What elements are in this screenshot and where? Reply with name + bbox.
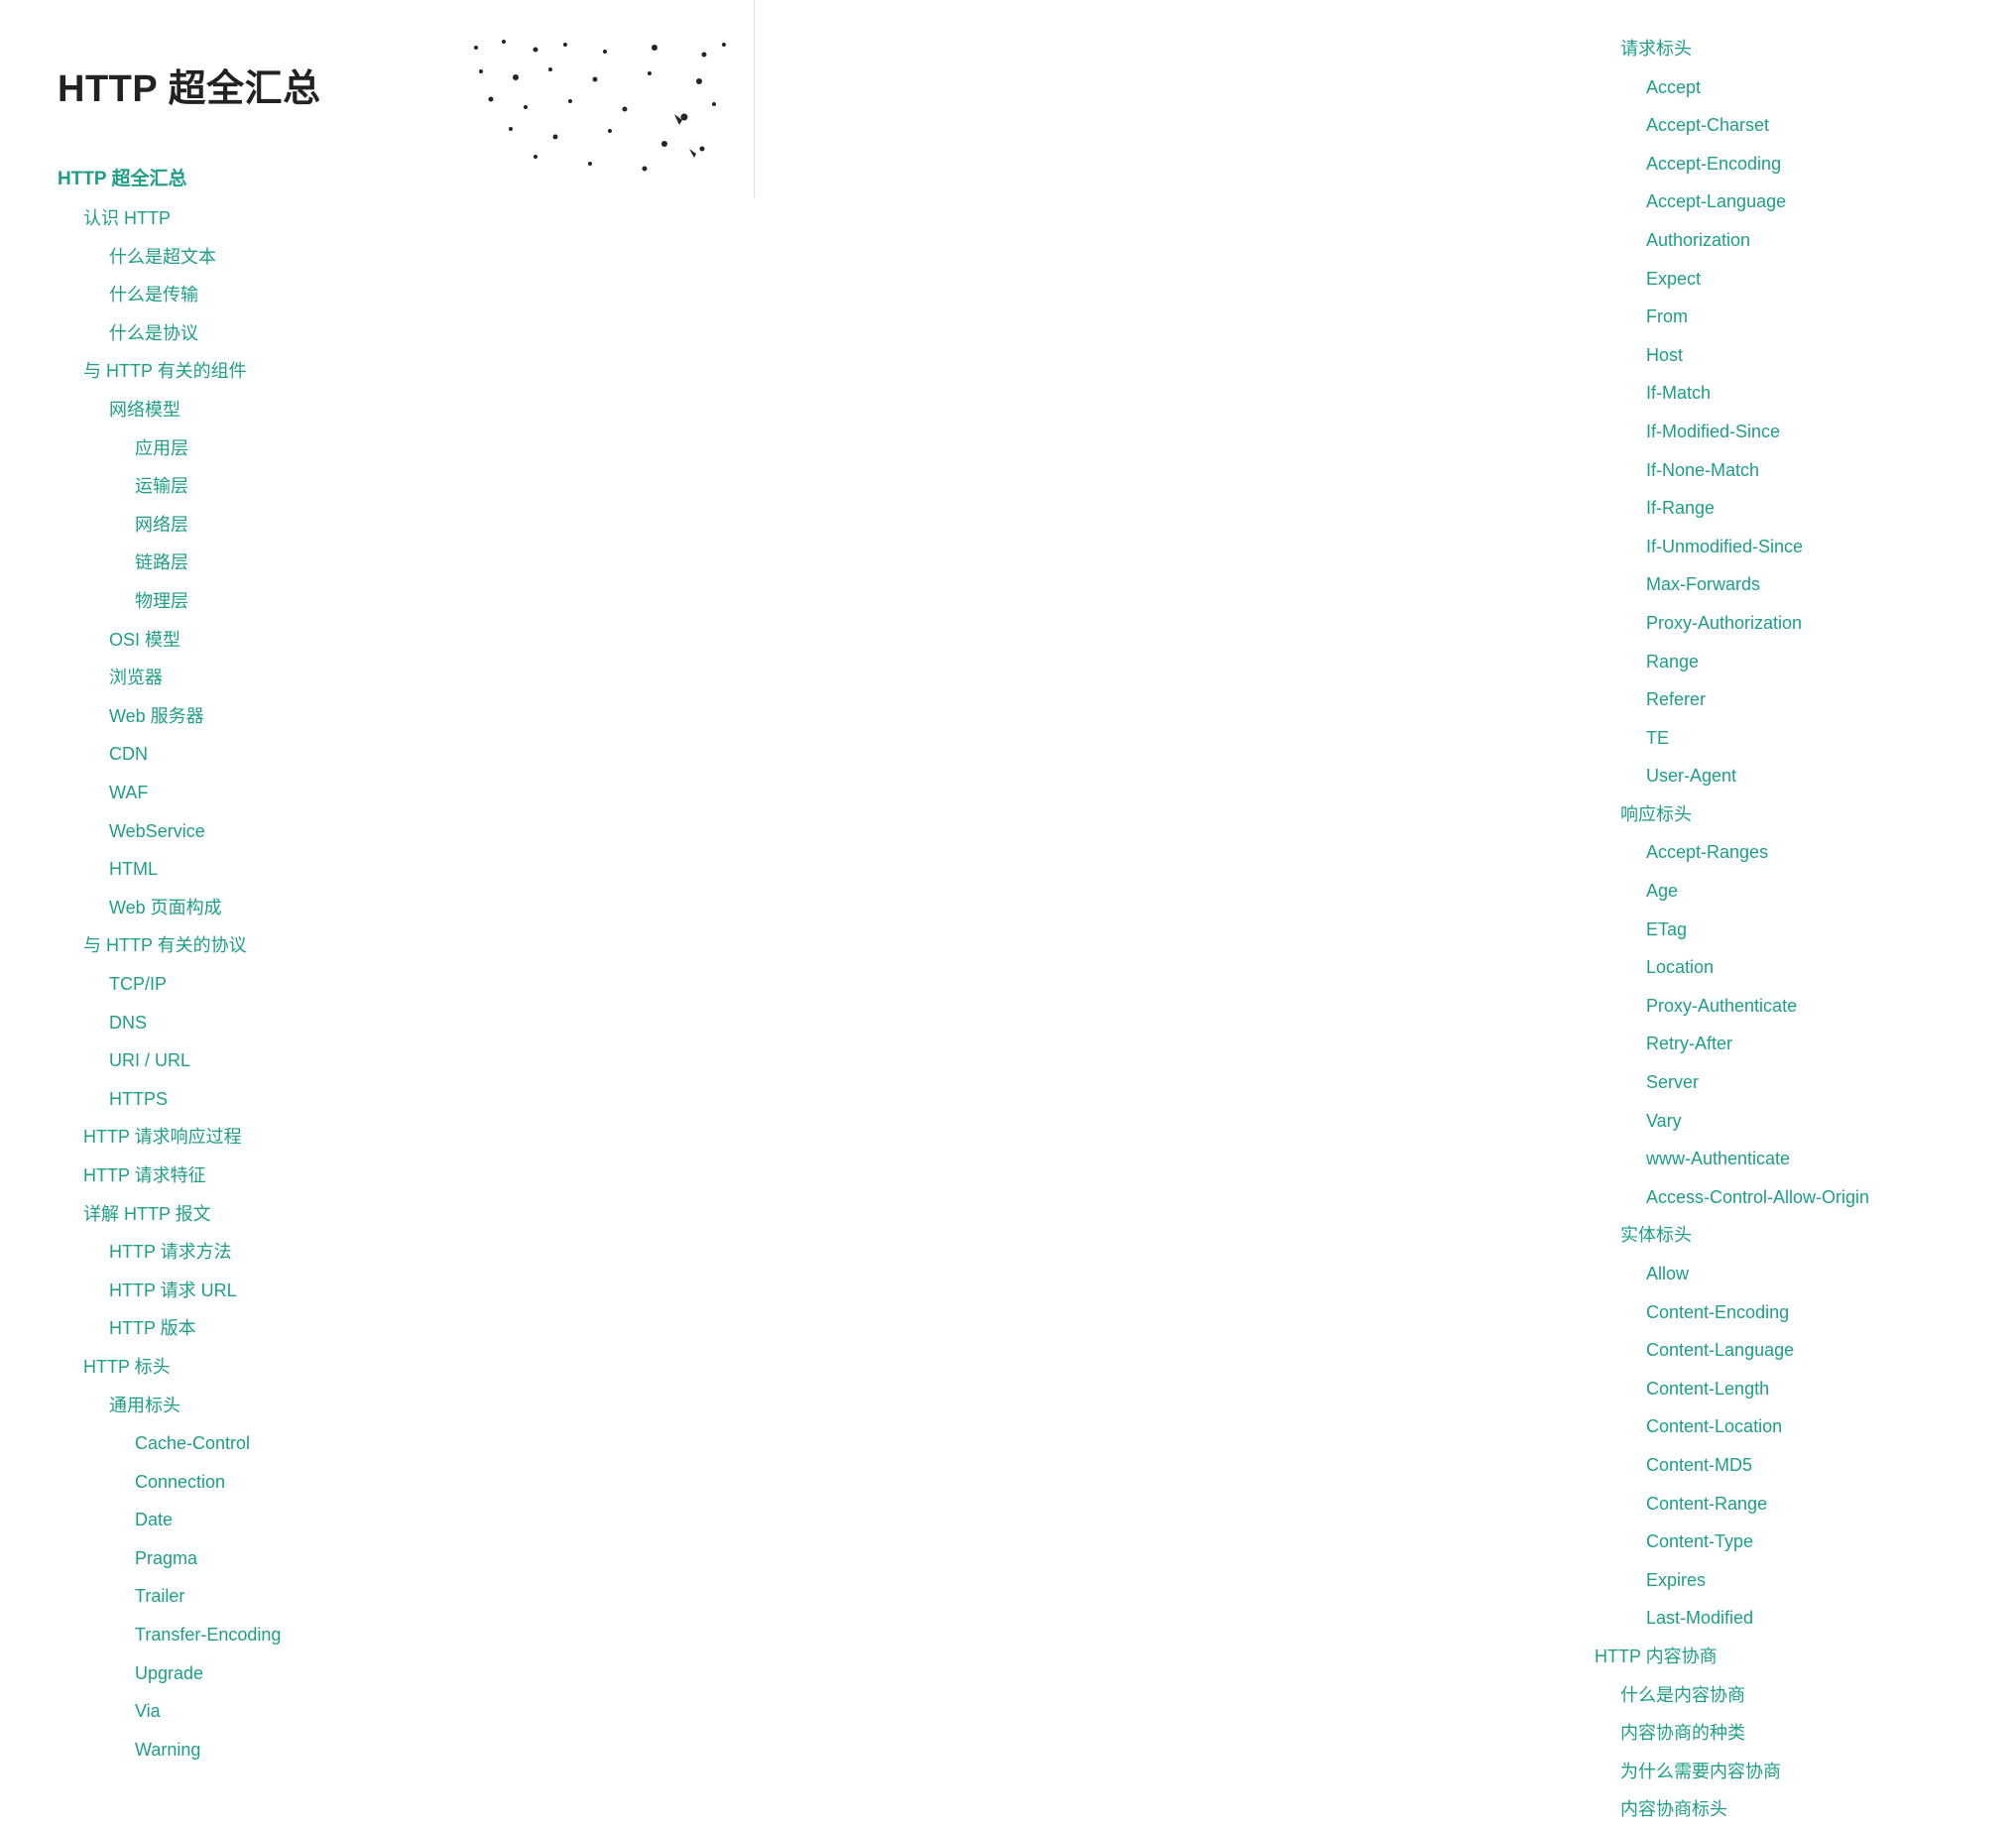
toc-link[interactable]: Accept-Encoding (1646, 145, 2016, 183)
toc-link[interactable]: Web 页面构成 (109, 889, 754, 927)
toc-link[interactable]: Expect (1646, 260, 2016, 299)
toc-link[interactable]: TCP/IP (109, 965, 754, 1004)
table-of-contents-right: 请求标头AcceptAccept-CharsetAccept-EncodingA… (1569, 30, 2016, 1829)
toc-link[interactable]: 什么是协议 (109, 314, 754, 353)
toc-link[interactable]: If-Match (1646, 374, 2016, 413)
toc-link[interactable]: OSI 模型 (109, 621, 754, 660)
toc-link[interactable]: Range (1646, 643, 2016, 681)
toc-link[interactable]: Content-Length (1646, 1370, 2016, 1408)
toc-link[interactable]: HTTP 请求方法 (109, 1233, 754, 1272)
toc-link[interactable]: From (1646, 298, 2016, 336)
toc-link[interactable]: Content-Location (1646, 1407, 2016, 1446)
toc-link[interactable]: Accept-Charset (1646, 106, 2016, 145)
toc-link[interactable]: 通用标头 (109, 1387, 754, 1425)
toc-link[interactable]: If-Modified-Since (1646, 413, 2016, 451)
toc-link[interactable]: 应用层 (135, 429, 754, 468)
toc-link[interactable]: Content-Encoding (1646, 1293, 2016, 1332)
toc-link[interactable]: HTTPS (109, 1080, 754, 1119)
toc-link[interactable]: 详解 HTTP 报文 (83, 1195, 754, 1234)
toc-link[interactable]: 物理层 (135, 582, 754, 621)
toc-link[interactable]: URI / URL (109, 1041, 754, 1080)
toc-link[interactable]: HTTP 标头 (83, 1348, 754, 1387)
toc-link[interactable]: 什么是内容协商 (1620, 1676, 2016, 1715)
toc-link[interactable]: 响应标头 (1620, 795, 2016, 834)
toc-link[interactable]: 链路层 (135, 544, 754, 582)
toc-link[interactable]: Via (135, 1692, 754, 1731)
toc-link[interactable]: Pragma (135, 1539, 754, 1578)
toc-link[interactable]: Web 服务器 (109, 697, 754, 736)
toc-link[interactable]: ETag (1646, 911, 2016, 949)
toc-link[interactable]: 什么是超文本 (109, 238, 754, 277)
toc-link[interactable]: Upgrade (135, 1654, 754, 1693)
toc-link[interactable]: Vary (1646, 1102, 2016, 1141)
toc-link[interactable]: Last-Modified (1646, 1599, 2016, 1638)
toc-link[interactable]: Content-Language (1646, 1331, 2016, 1370)
toc-link[interactable]: 实体标头 (1620, 1216, 2016, 1255)
toc-link[interactable]: Allow (1646, 1255, 2016, 1293)
toc-link[interactable]: 什么是传输 (109, 276, 754, 314)
toc-link[interactable]: HTTP 请求 URL (109, 1272, 754, 1310)
toc-link[interactable]: Date (135, 1501, 754, 1539)
toc-link[interactable]: Retry-After (1646, 1025, 2016, 1063)
toc-link[interactable]: Content-Range (1646, 1485, 2016, 1524)
toc-link[interactable]: HTTP 请求响应过程 (83, 1118, 754, 1157)
toc-link[interactable]: Connection (135, 1463, 754, 1502)
toc-link[interactable]: Proxy-Authenticate (1646, 987, 2016, 1026)
toc-link[interactable]: Location (1646, 948, 2016, 987)
toc-link[interactable]: CDN (109, 735, 754, 774)
toc-link[interactable]: 认识 HTTP (83, 199, 754, 238)
toc-link[interactable]: WebService (109, 812, 754, 851)
toc-link[interactable]: 运输层 (135, 467, 754, 506)
toc-link[interactable]: Accept-Ranges (1646, 833, 2016, 872)
toc-link[interactable]: Cache-Control (135, 1424, 754, 1463)
toc-link[interactable]: Accept (1646, 68, 2016, 107)
toc-link[interactable]: WAF (109, 774, 754, 812)
toc-link[interactable]: Content-MD5 (1646, 1446, 2016, 1485)
toc-link[interactable]: DNS (109, 1004, 754, 1042)
toc-link[interactable]: 网络模型 (109, 391, 754, 429)
toc-link[interactable]: If-Unmodified-Since (1646, 528, 2016, 566)
toc-link[interactable]: Proxy-Authorization (1646, 604, 2016, 643)
toc-link[interactable]: 网络层 (135, 506, 754, 545)
left-column: HTTP 超全汇总 HTTP 超全汇总认识 HTTP什么是超文本什么是传输什么是… (0, 0, 754, 1829)
toc-link[interactable]: Host (1646, 336, 2016, 375)
toc-link[interactable]: Accept-Language (1646, 183, 2016, 221)
toc-link[interactable]: Trailer (135, 1577, 754, 1616)
toc-link[interactable]: www-Authenticate (1646, 1140, 2016, 1178)
toc-link[interactable]: HTTP 请求特征 (83, 1157, 754, 1195)
table-of-contents-left: HTTP 超全汇总认识 HTTP什么是超文本什么是传输什么是协议与 HTTP 有… (58, 160, 754, 1769)
toc-link[interactable]: 浏览器 (109, 659, 754, 697)
toc-link[interactable]: If-None-Match (1646, 451, 2016, 490)
toc-link[interactable]: Content-Type (1646, 1523, 2016, 1561)
page: HTTP 超全汇总 HTTP 超全汇总认识 HTTP什么是超文本什么是传输什么是… (0, 0, 2016, 1829)
toc-link[interactable]: HTML (109, 850, 754, 889)
toc-link[interactable]: Age (1646, 872, 2016, 911)
toc-link[interactable]: 与 HTTP 有关的协议 (83, 926, 754, 965)
toc-link[interactable]: HTTP 内容协商 (1595, 1638, 2016, 1676)
toc-link[interactable]: Warning (135, 1731, 754, 1769)
toc-link[interactable]: Expires (1646, 1561, 2016, 1600)
toc-link[interactable]: Server (1646, 1063, 2016, 1102)
toc-link[interactable]: TE (1646, 719, 2016, 758)
toc-link[interactable]: 与 HTTP 有关的组件 (83, 352, 754, 391)
decorative-smudge (456, 30, 744, 188)
toc-link[interactable]: Referer (1646, 680, 2016, 719)
toc-link[interactable]: 为什么需要内容协商 (1620, 1753, 2016, 1791)
toc-link[interactable]: User-Agent (1646, 757, 2016, 795)
right-column: 请求标头AcceptAccept-CharsetAccept-EncodingA… (754, 0, 2016, 1829)
toc-link[interactable]: Transfer-Encoding (135, 1616, 754, 1654)
toc-link[interactable]: 请求标头 (1620, 30, 2016, 68)
toc-link[interactable]: Access-Control-Allow-Origin (1646, 1178, 2016, 1217)
toc-link[interactable]: HTTP 版本 (109, 1309, 754, 1348)
toc-link[interactable]: If-Range (1646, 489, 2016, 528)
toc-link[interactable]: Max-Forwards (1646, 565, 2016, 604)
toc-link[interactable]: Authorization (1646, 221, 2016, 260)
toc-link[interactable]: 内容协商的种类 (1620, 1714, 2016, 1753)
